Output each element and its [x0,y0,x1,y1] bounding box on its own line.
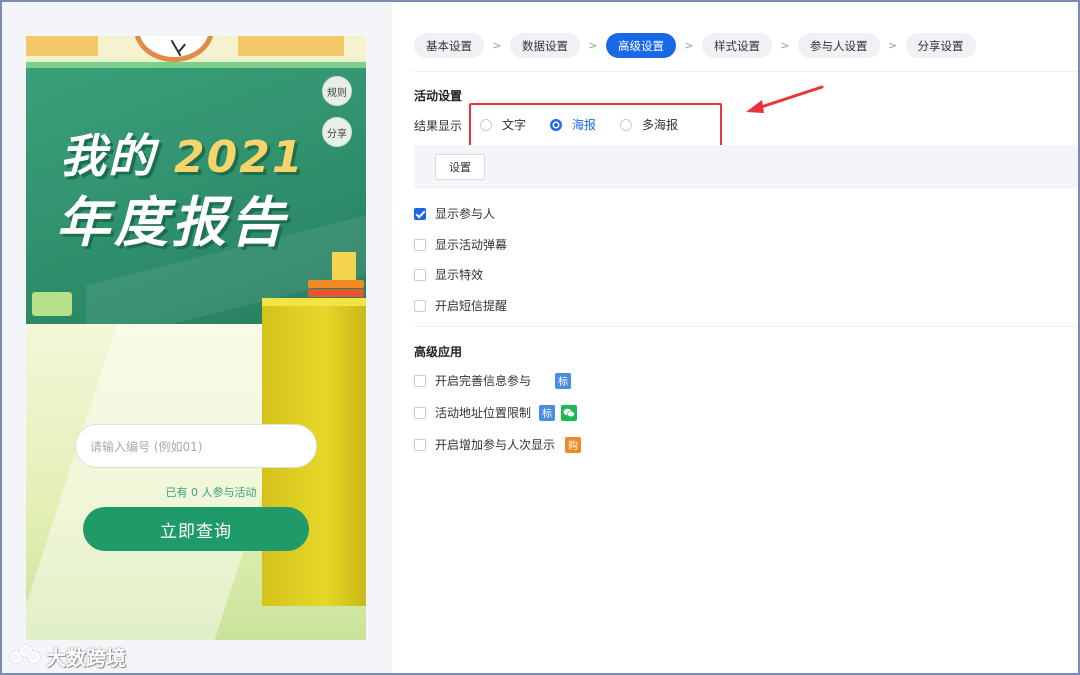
watermark-text: 大数跨境 [46,646,126,670]
poster-settings-panel: 设置 [414,145,1080,189]
checkbox-show-effects[interactable]: 显示特效 [414,266,483,283]
step-participants[interactable]: 参与人设置 [798,33,880,58]
checkbox-increase-count[interactable]: 开启增加参与人次显示 购 [414,436,582,453]
checkbox-show-participants[interactable]: 显示参与人 [414,205,495,222]
clock-illustration [134,36,214,62]
annotation-highlight-box [469,103,722,147]
watermark: 大数跨境 [10,642,126,671]
checkbox-box[interactable] [414,299,426,312]
participant-count: 已有 0 人参与活动 [165,486,257,499]
pens-illustration [32,292,72,316]
step-advanced[interactable]: 高级设置 [606,33,676,58]
steps-divider [414,71,1080,72]
chevron-right-icon: > [780,39,790,52]
checkbox-box[interactable] [414,374,426,387]
chevron-right-icon: > [887,39,898,52]
checkbox-complete-info[interactable]: 开启完善信息参与 标 [414,372,572,389]
settings-steps: 基本设置 > 数据设置 > 高级设置 > 样式设置 > 参与人设置 > 分享设置 [414,33,976,58]
advanced-apps-title: 高级应用 [414,345,463,359]
checkbox-box[interactable] [414,238,426,251]
checkbox-box[interactable] [414,406,426,419]
section-divider [414,326,1080,327]
code-input-placeholder: 请输入编号 (例如01) [90,439,203,454]
query-button[interactable]: 立即查询 [83,507,309,551]
phone-preview: 我的 2021 年度报告 规则 分享 请输入编号 (例如01) 已有 0 人参与… [26,36,366,640]
result-display-label: 结果显示 [414,119,463,133]
code-input[interactable]: 请输入编号 (例如01) [75,424,317,468]
activity-settings-title: 活动设置 [414,89,463,103]
step-basic[interactable]: 基本设置 [414,33,484,58]
report-title-line2: 年度报告 [56,191,288,254]
checkbox-box[interactable] [414,207,426,220]
checkbox-box[interactable] [414,268,426,281]
annotation-arrow-icon [746,85,824,113]
watermark-logo-icon [10,644,40,669]
wechat-icon [561,404,578,421]
step-data[interactable]: 数据设置 [510,33,580,58]
chevron-right-icon: > [492,39,502,52]
standard-badge: 标 [539,404,556,421]
share-button[interactable]: 分享 [322,117,352,147]
step-share[interactable]: 分享设置 [905,33,976,58]
report-title-line1: 我的 2021 [60,129,305,183]
step-style[interactable]: 样式设置 [702,33,772,58]
settings-panel: 基本设置 > 数据设置 > 高级设置 > 样式设置 > 参与人设置 > 分享设置… [392,0,1080,675]
chevron-right-icon: > [684,39,694,52]
report-title-year: 2021 [174,132,305,183]
checkbox-box[interactable] [414,438,426,451]
checkbox-location-limit[interactable]: 活动地址位置限制 标 [414,404,578,421]
purchase-badge: 购 [565,436,582,453]
standard-badge: 标 [555,372,572,389]
checkbox-show-barrage[interactable]: 显示活动弹幕 [414,236,507,253]
poster-setting-button[interactable]: 设置 [435,154,485,180]
checkbox-sms-reminder[interactable]: 开启短信提醒 [414,297,507,314]
rules-button[interactable]: 规则 [322,76,352,106]
chevron-right-icon: > [588,39,598,52]
